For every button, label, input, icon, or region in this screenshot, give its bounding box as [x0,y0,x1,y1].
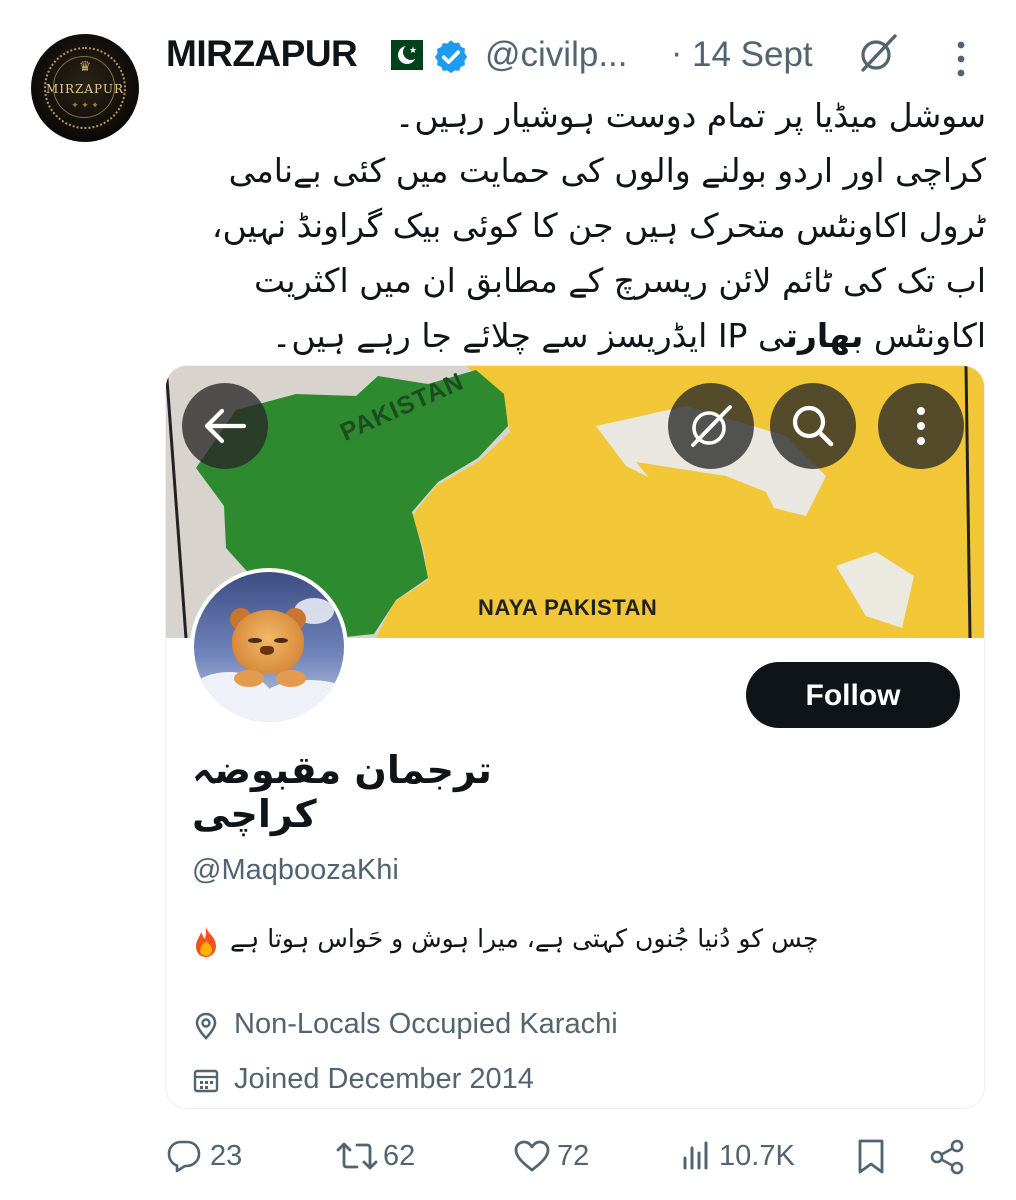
profile-joined: Joined December 2014 [192,1061,792,1101]
profile-handle: @MaqboozaKhi [192,854,399,886]
profile-location: Non-Locals Occupied Karachi [192,1006,792,1046]
like-button[interactable]: 72 [513,1134,603,1178]
location-icon [195,1012,217,1040]
profile-avatar[interactable] [190,568,348,726]
more-options-button[interactable] [878,383,964,469]
view-count: 10.7K [719,1140,795,1172]
back-button[interactable] [182,383,268,469]
calendar-icon [193,1069,219,1093]
views-button[interactable]: 10.7K [681,1134,811,1178]
like-icon [514,1140,550,1172]
tweet-bold-word: بھارت [785,316,864,355]
grok-button[interactable] [668,383,754,469]
tweet-line: اب تک کی ٹائم لائن ریسرچ کے مطابق ان میں… [254,261,986,300]
like-count: 72 [557,1140,590,1172]
profile-display-name: ترجمان مقبوضہ کراچی [192,748,492,836]
avatar-logo-text: MIRZAPUR [45,82,125,96]
crown-icon: ♛ [78,58,92,74]
tweet-line: اکاونٹس بھارتی IP ایڈریسز سے چلائے جا رہ… [166,308,986,363]
more-icon [917,407,925,445]
tweet-text-segment: ی IP ایڈریسز سے چلائے جا رہے ہیں۔ [272,316,786,355]
tweet-text: سوشل میڈیا پر تمام دوست ہوشیار رہیں۔ کرا… [166,88,986,363]
follow-button[interactable]: Follow [746,662,960,728]
map-label-naya-pakistan: NAYA PAKISTAN [478,595,658,620]
tweet-line: سوشل میڈیا پر تمام دوست ہوشیار رہیں۔ [395,96,986,135]
location-text: Non-Locals Occupied Karachi [234,1008,618,1040]
more-icon[interactable] [950,38,972,80]
profile-bio: چس کو دُنیا جُنوں کہتی ہے، میرا ہوش و حَ… [230,924,819,953]
author-avatar[interactable]: ♛ MIRZAPUR ✦ ✦ ✦ [31,34,139,142]
repost-icon [336,1142,378,1170]
joined-text: Joined December 2014 [234,1063,534,1095]
avatar-flourish: ✦ ✦ ✦ [71,100,99,110]
verified-badge-icon [434,40,468,74]
reply-icon [167,1140,201,1173]
search-button[interactable] [770,383,856,469]
fire-emoji-icon [196,927,216,957]
separator-dot: · [671,34,683,72]
author-handle[interactable]: @civilp... [485,35,628,75]
views-icon [683,1141,708,1170]
grok-icon[interactable] [855,30,901,76]
share-button[interactable] [928,1134,968,1178]
search-icon [792,405,834,447]
share-icon [930,1139,964,1175]
author-name[interactable]: MIRZAPUR [166,33,358,75]
tweet-line: ٹرول اکاونٹس متحرک ہیں جن کا کوئی بیک گر… [211,206,986,245]
repost-count: 62 [383,1140,416,1172]
reply-count: 23 [210,1140,243,1172]
tweet-text-segment: اکاونٹس [863,316,986,355]
reply-button[interactable]: 23 [166,1134,256,1178]
back-arrow-icon [204,408,247,444]
pakistan-flag-icon: ★ [381,40,423,70]
bookmark-icon [858,1139,884,1174]
profile-card-image[interactable]: PAKISTAN NAYA PAKISTAN Follow ترجمان مقب… [165,365,985,1109]
tweet-line: کراچی اور اردو بولنے والوں کی حمایت میں … [228,151,986,190]
grok-icon [691,405,732,447]
tweet-date[interactable]: 14 Sept [692,35,813,75]
repost-button[interactable]: 62 [335,1134,435,1178]
bookmark-button[interactable] [855,1134,891,1178]
